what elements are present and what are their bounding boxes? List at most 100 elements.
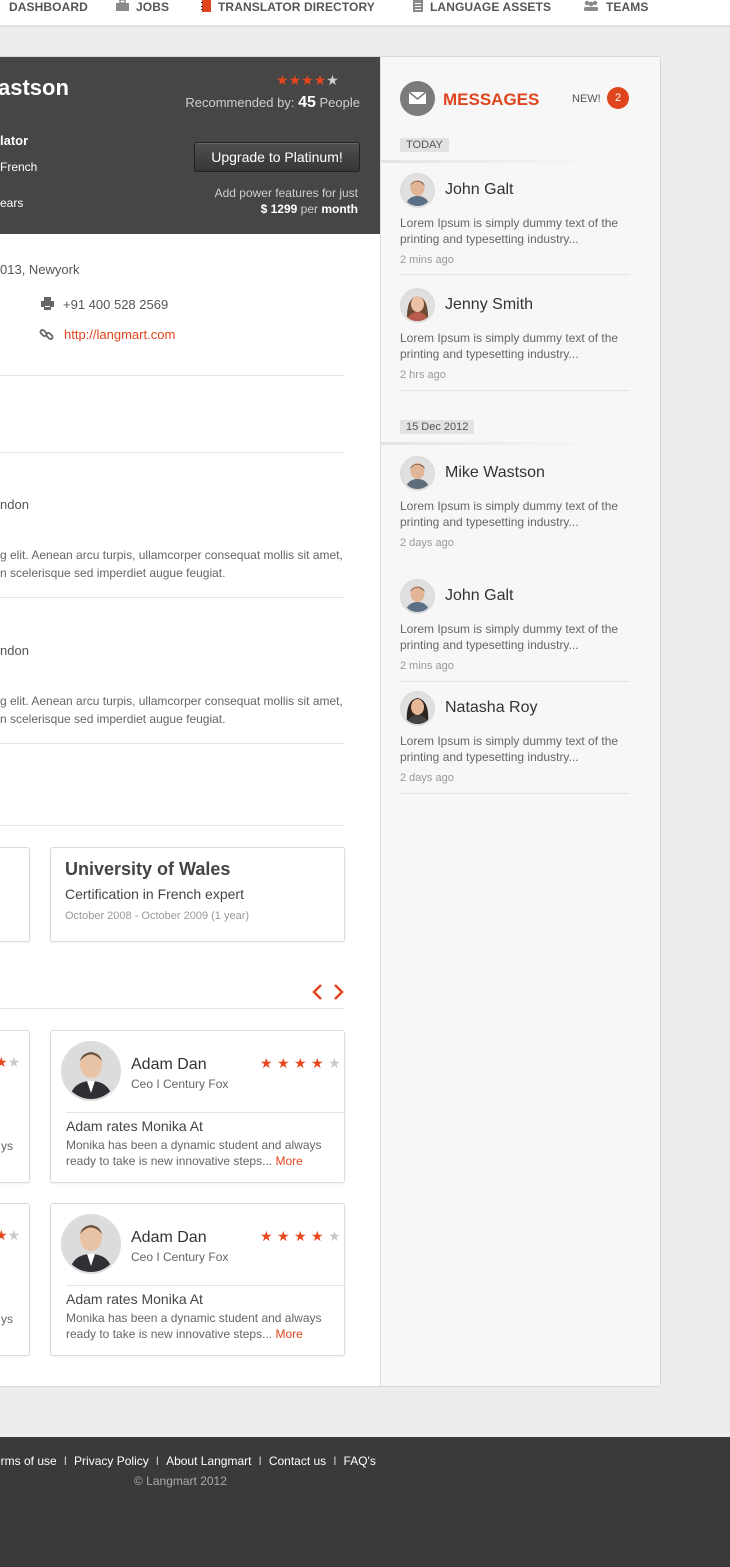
experience-text-line: n scelerisque sed imperdiet augue feugia… [0, 712, 226, 726]
recommender-name: Adam Dan [131, 1229, 207, 1246]
experience-text-line: n scelerisque sed imperdiet augue feugia… [0, 566, 226, 580]
recommendation-text-line: ready to take is new innovative steps... [66, 1154, 273, 1168]
more-link[interactable]: More [275, 1154, 302, 1168]
envelope-icon [400, 81, 435, 116]
star-icon: ★ [277, 1055, 290, 1071]
divider [66, 1112, 345, 1113]
printer-icon [41, 297, 54, 315]
avatar [400, 456, 435, 491]
profile-language: French [0, 160, 38, 174]
chevron-right-icon[interactable] [333, 983, 345, 1006]
recommendation-heading: Adam rates Monika At [66, 1291, 203, 1307]
new-count-badge: 2 [607, 87, 629, 109]
divider [381, 160, 601, 163]
divider [0, 743, 345, 744]
recommender-title: Ceo I Century Fox [131, 1250, 229, 1264]
avatar [61, 1041, 121, 1101]
top-navigation: DASHBOARD JOBS TRANSLATOR DIRECTORY LANG… [0, 0, 730, 26]
message-time: 2 mins ago [400, 254, 454, 266]
recommendation-text-line: Monika has been a dynamic student and al… [66, 1311, 322, 1325]
divider [0, 1008, 345, 1009]
footer-link-privacy[interactable]: Privacy Policy [74, 1454, 149, 1468]
more-link[interactable]: More [275, 1327, 302, 1341]
footer-separator: I [155, 1454, 160, 1468]
message-sender[interactable]: John Galt [445, 181, 513, 199]
message-sender[interactable]: Jenny Smith [445, 296, 533, 314]
experience-text-line: g elit. Aenean arcu turpis, ullamcorper … [0, 548, 343, 562]
divider [381, 442, 601, 445]
message-sender[interactable]: John Galt [445, 587, 513, 605]
star-icon: ★ [288, 72, 302, 88]
message-sender[interactable]: Mike Wastson [445, 464, 545, 482]
website-link[interactable]: http://langmart.com [64, 327, 175, 342]
footer-separator: I [63, 1454, 68, 1468]
education-card: University of Wales Certification in Fre… [50, 847, 345, 942]
nav-dashboard[interactable]: DASHBOARD [9, 0, 88, 14]
experience-text: g elit. Aenean arcu turpis, ullamcorper … [0, 546, 343, 582]
star-icon: ★ [277, 1228, 290, 1244]
price: $ 1299 [260, 202, 298, 216]
recommendation-card-partial: ★★ ys [0, 1203, 30, 1356]
star-icon: ★ [260, 1055, 273, 1071]
recommender-rating: ★ ★ ★ ★ ★ [260, 1228, 341, 1246]
divider [400, 274, 630, 275]
chevron-left-icon[interactable] [311, 983, 323, 1006]
avatar [400, 173, 435, 208]
nav-language-assets-label: LANGUAGE ASSETS [430, 0, 552, 14]
message-preview: Lorem Ipsum is simply dummy text of the … [400, 622, 619, 652]
messages-title: MESSAGES [443, 90, 540, 109]
footer-links: erms of use I Privacy Policy I About Langmar… [0, 1454, 376, 1468]
message-preview: Lorem Ipsum is simply dummy text of the … [400, 499, 619, 529]
star-icon: ★ [311, 1228, 324, 1244]
nav-teams[interactable]: TEAMS [583, 0, 649, 14]
recommender-name: Adam Dan [131, 1056, 207, 1073]
footer-link-contact[interactable]: Contact us [269, 1454, 326, 1468]
divider [0, 825, 345, 826]
book-icon [201, 0, 211, 15]
power-text: Add power features for just [214, 186, 358, 200]
avatar [400, 691, 435, 726]
star-icon: ★ [294, 1228, 307, 1244]
divider [0, 452, 345, 453]
school-name: University of Wales [65, 859, 231, 879]
star-icon: ★ [260, 1228, 273, 1244]
copyright: © Langmart 2012 [134, 1474, 227, 1488]
footer-separator: I [333, 1454, 337, 1468]
team-icon [583, 0, 599, 15]
avatar [400, 579, 435, 614]
upgrade-button[interactable]: Upgrade to Platinum! [194, 142, 360, 172]
footer-link-about[interactable]: About Langmart [166, 1454, 251, 1468]
footer-link-faq[interactable]: FAQ's [344, 1454, 376, 1468]
divider [66, 1285, 345, 1286]
link-icon [39, 327, 54, 347]
address: 013, Newyork [0, 262, 80, 277]
star-icon: ★ [313, 72, 327, 88]
recommendation-card: Adam Dan Ceo I Century Fox ★ ★ ★ ★ ★ Ada… [50, 1203, 345, 1356]
recommendation-text: Monika has been a dynamic student and al… [66, 1137, 322, 1169]
education-card-partial [0, 847, 30, 942]
star-icon: ★ [311, 1055, 324, 1071]
day-label: 15 Dec 2012 [400, 420, 475, 434]
profile-name: astson [0, 75, 69, 100]
recommender-title: Ceo I Century Fox [131, 1077, 229, 1091]
recommendation-heading: Adam rates Monika At [66, 1118, 203, 1134]
star-icon: ★ [0, 1054, 8, 1070]
recommended-count: 45 [298, 94, 316, 111]
recommended-by: Recommended by: 45 People [185, 94, 360, 112]
divider [400, 793, 630, 794]
star-icon: ★ [301, 72, 314, 88]
nav-translator-directory[interactable]: TRANSLATOR DIRECTORY [201, 0, 375, 14]
recommender-rating: ★ ★ ★ ★ ★ [260, 1055, 341, 1073]
footer-link-terms[interactable]: erms of use [0, 1454, 57, 1468]
certification: Certification in French expert [65, 886, 244, 902]
nav-language-assets[interactable]: LANGUAGE ASSETS [413, 0, 551, 14]
message-time: 2 days ago [400, 772, 454, 784]
rating-stars: ★★ [0, 1227, 20, 1245]
message-preview: Lorem Ipsum is simply dummy text of the … [400, 734, 619, 764]
nav-jobs[interactable]: JOBS [116, 0, 169, 14]
message-sender[interactable]: Natasha Roy [445, 699, 538, 717]
profile-role: lator [0, 133, 29, 148]
document-icon [413, 0, 423, 15]
message-time: 2 mins ago [400, 660, 454, 672]
star-icon: ★ [326, 72, 339, 88]
